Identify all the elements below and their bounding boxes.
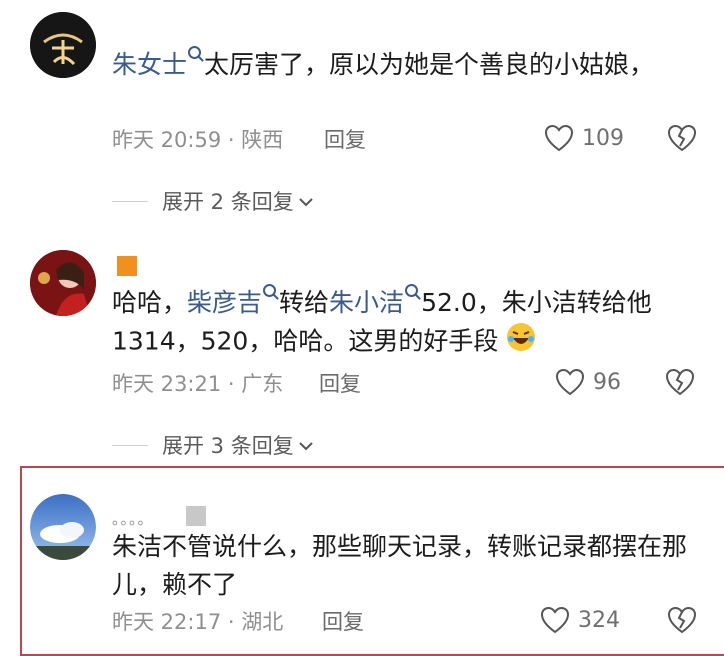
comment-prefix: 哈哈， (112, 288, 188, 317)
avatar[interactable] (30, 12, 96, 78)
heart-icon (540, 606, 570, 634)
divider (112, 200, 148, 202)
expand-replies-button[interactable]: 展开 2 条回复 (112, 186, 314, 216)
like-count: 324 (578, 607, 620, 633)
reply-button[interactable]: 回复 (324, 124, 366, 154)
expand-label: 展开 3 条回复 (162, 434, 294, 458)
expand-replies-button[interactable]: 展开 3 条回复 (112, 430, 314, 460)
like-count: 96 (593, 369, 621, 395)
comment-meta: 昨天 23:21 · 广东 回复 96 (112, 368, 712, 398)
comment-text: 哈哈，柴彦吉 转给朱小洁 52.0，朱小洁转给他1314，520，哈哈。这男的好手段 (112, 284, 712, 363)
avatar[interactable] (30, 250, 96, 316)
comment-meta: 昨天 22:17 · 湖北 回复 324 (112, 606, 712, 636)
heart-icon (544, 124, 574, 152)
mention-link[interactable]: 柴彦吉 (187, 288, 262, 317)
mention-link[interactable]: 朱女士 (112, 50, 187, 79)
broken-heart-icon (667, 124, 697, 152)
mention-link[interactable]: 朱小洁 (329, 288, 404, 317)
search-mark-icon (263, 284, 277, 297)
user-badge (186, 506, 206, 526)
comment-text: 朱洁不管说什么，那些聊天记录，转账记录都摆在那儿，赖不了 (112, 528, 712, 604)
dislike-button[interactable] (667, 606, 697, 639)
chevron-down-icon (298, 189, 314, 213)
like-button[interactable]: 324 (540, 606, 620, 634)
like-count: 109 (582, 125, 624, 151)
chevron-down-icon (298, 433, 314, 457)
avatar[interactable] (30, 494, 96, 560)
reply-button[interactable]: 回复 (319, 368, 361, 398)
search-mark-icon (188, 46, 202, 59)
avatar-glyph-icon (30, 12, 96, 78)
reply-button[interactable]: 回复 (322, 606, 364, 636)
expand-label: 展开 2 条回复 (162, 190, 294, 214)
avatar-sky-icon (30, 494, 96, 560)
user-badge (117, 256, 137, 276)
search-mark-icon (405, 284, 419, 297)
like-button[interactable]: 109 (544, 124, 624, 152)
avatar-photo-icon (30, 250, 96, 316)
comment-text: 朱女士 太厉害了，原以为她是个善良的小姑娘， (112, 46, 712, 84)
dislike-button[interactable] (665, 368, 695, 401)
comment-body: 朱洁不管说什么，那些聊天记录，转账记录都摆在那儿，赖不了 (112, 532, 688, 599)
comment-mid: 转给 (279, 288, 330, 317)
time-location: 昨天 23:21 · 广东 (112, 372, 284, 396)
divider (112, 444, 148, 446)
time-location: 昨天 22:17 · 湖北 (112, 610, 284, 634)
dislike-button[interactable] (667, 124, 697, 157)
broken-heart-icon (665, 368, 695, 396)
laughing-emoji-icon (506, 322, 536, 363)
comment-body: 太厉害了，原以为她是个善良的小姑娘， (204, 50, 655, 79)
broken-heart-icon (667, 606, 697, 634)
heart-icon (555, 368, 585, 396)
like-button[interactable]: 96 (555, 368, 621, 396)
time-location: 昨天 20:59 · 陕西 (112, 128, 284, 152)
comment-meta: 昨天 20:59 · 陕西 回复 109 (112, 124, 712, 154)
username[interactable]: 。。。。 (112, 508, 154, 529)
